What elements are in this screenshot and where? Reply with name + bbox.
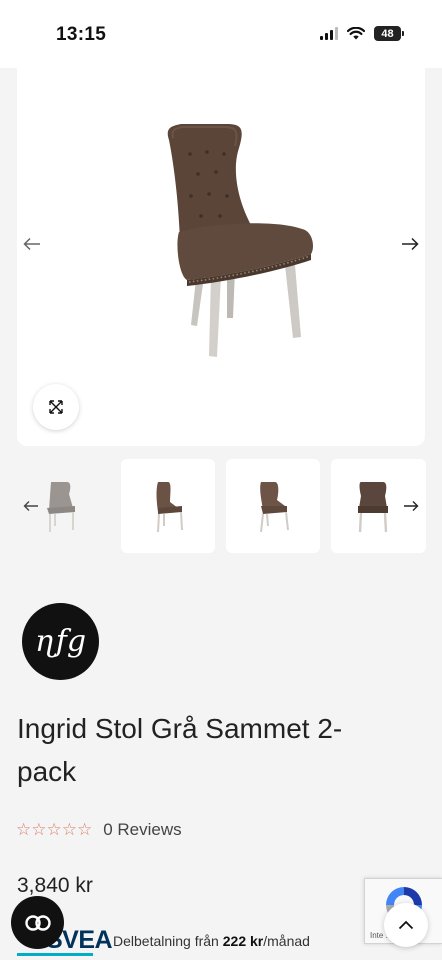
installment-info: Delbetalning från 222 kr/månad [113,933,310,949]
battery-icon: 48 [374,26,404,41]
chevron-up-icon [398,920,414,930]
thumbnail-2[interactable] [121,459,215,553]
thumbnail-image [156,482,183,533]
thumbnail-image [260,482,289,533]
status-bar: 13:15 48 [0,0,442,68]
arrow-left-icon[interactable] [22,234,42,254]
star-rating-icon: ☆☆☆☆☆ [16,820,93,839]
status-icons: 48 [320,26,404,41]
svea-logo-bar [17,953,93,956]
product-image[interactable] [135,120,325,360]
chat-button[interactable] [11,896,64,949]
thumbnail-image [47,482,75,532]
thumbnail-image [357,482,388,533]
product-rating[interactable]: ☆☆☆☆☆ 0 Reviews [16,820,182,840]
battery-level: 48 [374,26,401,41]
wifi-icon [347,27,365,40]
status-time: 13:15 [56,24,107,45]
arrow-right-icon[interactable] [400,234,420,254]
installment-suffix: /månad [263,933,310,949]
arrow-left-icon[interactable] [22,497,40,515]
product-price: 3,840 kr [17,874,93,897]
zoom-button[interactable] [33,384,79,430]
brand-logo[interactable]: ɳfg [22,603,99,680]
installment-prefix: Delbetalning från [113,933,219,949]
product-image-gallery[interactable] [17,68,425,446]
installment-amount: 222 kr [222,933,264,949]
reviews-link[interactable]: 0 Reviews [103,820,181,840]
product-title: Ingrid Stol Grå Sammet 2-pack [17,713,343,787]
arrow-right-icon[interactable] [402,497,420,515]
signal-icon [320,27,338,40]
scroll-top-button[interactable] [384,903,428,947]
thumbnail-3[interactable] [226,459,320,553]
expand-icon [49,400,63,414]
brand-logo-text: ɳfg [34,624,87,659]
chat-icon [24,914,51,931]
